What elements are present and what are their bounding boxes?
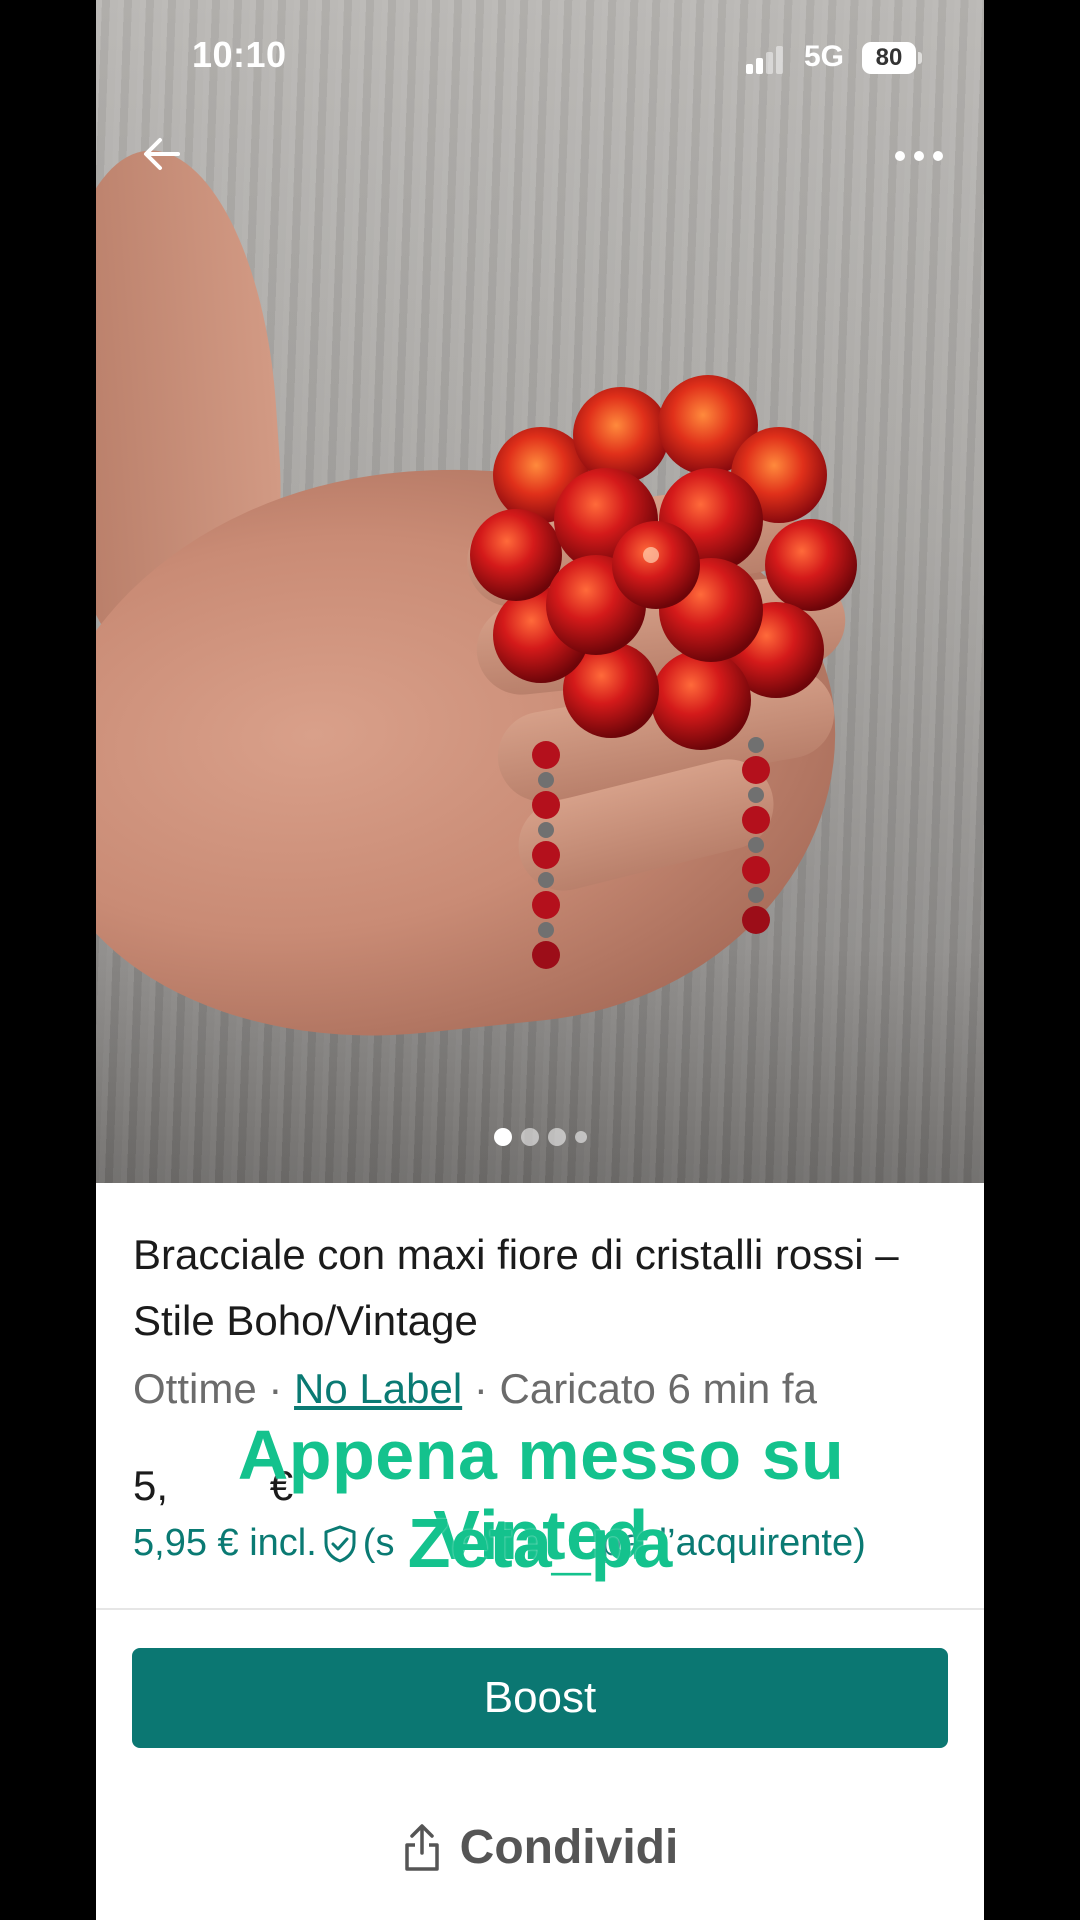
item-title: Bracciale con maxi fiore di cristalli ro… bbox=[133, 1231, 899, 1344]
network-type: 5G bbox=[804, 40, 845, 73]
item-condition: Ottime bbox=[133, 1365, 257, 1412]
share-button[interactable]: Condividi bbox=[96, 1820, 984, 1875]
divider bbox=[96, 1608, 984, 1610]
crystal-flower bbox=[470, 375, 857, 750]
pagination-dot[interactable] bbox=[574, 1131, 587, 1143]
arrow-left-icon bbox=[144, 138, 180, 170]
battery-icon: 80 bbox=[862, 42, 922, 74]
status-bar: 10:10 5G 80 bbox=[96, 0, 984, 110]
status-time: 10:10 bbox=[192, 34, 287, 75]
item-details: Bracciale con maxi fiore di cristalli ro… bbox=[133, 1222, 953, 1564]
share-label: Condividi bbox=[459, 1821, 679, 1874]
more-options-button[interactable] bbox=[884, 126, 954, 186]
pagination-dot[interactable] bbox=[493, 1128, 512, 1146]
overlay-caption-line2: Zeta_pa bbox=[407, 1504, 673, 1582]
item-photo[interactable]: 10:10 5G 80 bbox=[96, 0, 984, 1183]
meta-separator: · bbox=[473, 1365, 488, 1412]
screen: 10:10 5G 80 Bracciale con maxi fiore di … bbox=[96, 0, 984, 1920]
item-uploaded-time: Caricato 6 min fa bbox=[499, 1365, 817, 1412]
pagination-dot[interactable] bbox=[547, 1128, 566, 1146]
more-dots-icon bbox=[895, 151, 943, 161]
boost-button[interactable]: Boost bbox=[132, 1648, 948, 1748]
meta-separator: · bbox=[268, 1365, 283, 1412]
share-icon bbox=[404, 1823, 439, 1871]
gallery-pagination bbox=[96, 1128, 984, 1146]
item-meta: Ottime · No Label · Caricato 6 min fa bbox=[133, 1356, 953, 1422]
brand-link[interactable]: No Label bbox=[294, 1365, 462, 1412]
pagination-dot[interactable] bbox=[520, 1128, 539, 1146]
back-button[interactable] bbox=[132, 124, 192, 184]
signal-icon bbox=[746, 46, 783, 74]
